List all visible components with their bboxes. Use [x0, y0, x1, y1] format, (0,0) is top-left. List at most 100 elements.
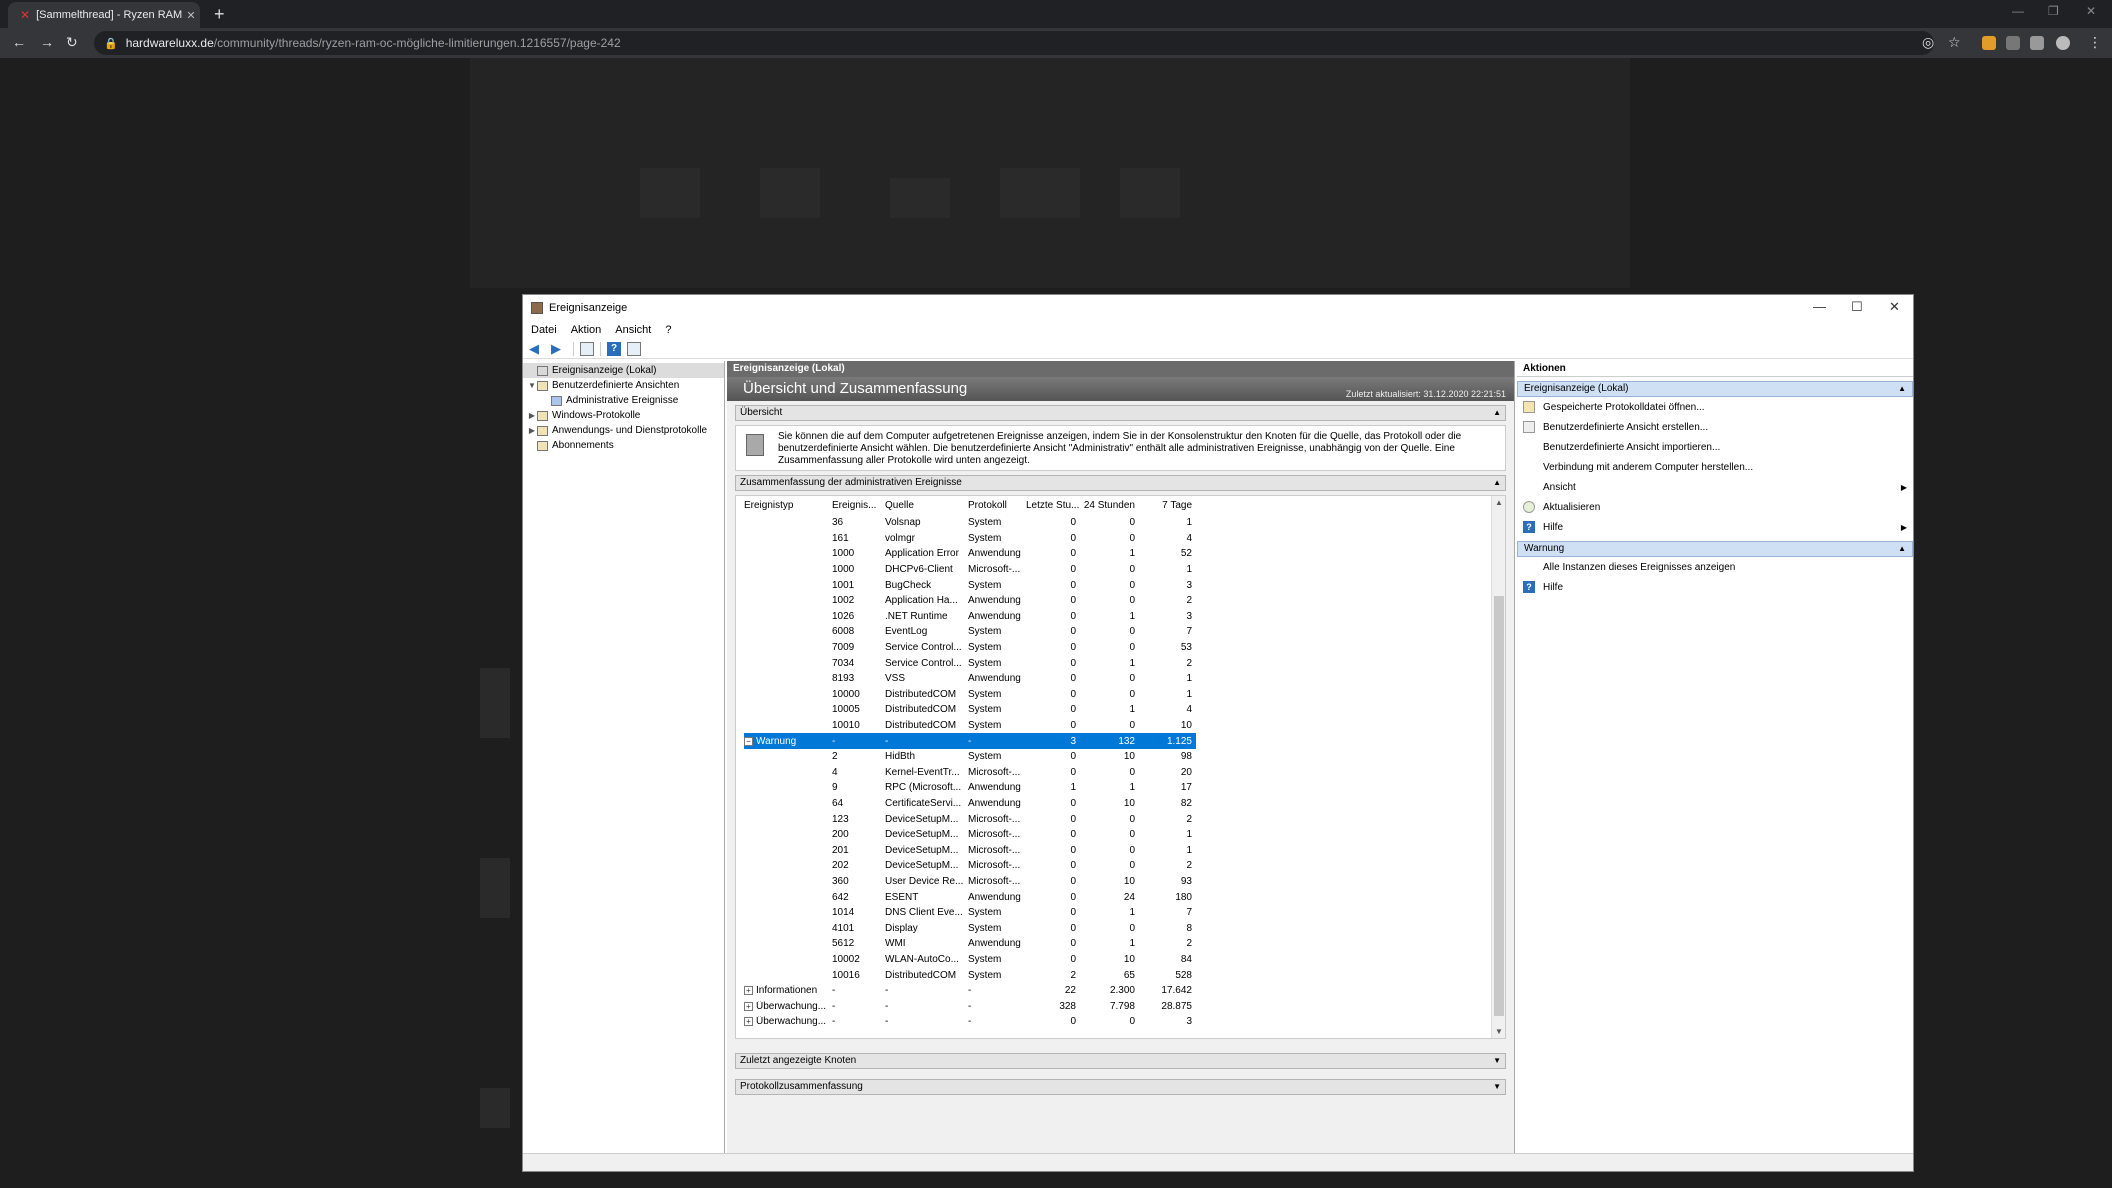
table-row[interactable]: 360 User Device Re... Microsoft-... 0 10 93 [744, 874, 1196, 890]
extension-icon[interactable] [2006, 36, 2020, 50]
avatar[interactable] [2056, 36, 2070, 50]
table-row[interactable]: 1026 .NET Runtime Anwendung 0 1 3 [744, 609, 1196, 625]
expand-box-icon[interactable]: + [744, 1001, 753, 1011]
table-row[interactable]: 5612 WMI Anwendung 0 1 2 [744, 936, 1196, 952]
table-row[interactable]: 10000 DistributedCOM System 0 0 1 [744, 687, 1196, 703]
properties-icon[interactable] [627, 341, 641, 356]
actions-group-warning[interactable]: Warnung ▲ [1517, 541, 1913, 557]
expand-icon[interactable]: ▼ [1493, 1080, 1501, 1094]
action-item[interactable]: Benutzerdefinierte Ansicht importieren..… [1517, 437, 1913, 457]
action-item[interactable]: Ansicht ▶ [1517, 477, 1913, 497]
table-row[interactable]: 6008 EventLog System 0 0 7 [744, 624, 1196, 640]
overview-section-header[interactable]: Übersicht ▲ [735, 405, 1506, 421]
table-row[interactable]: 642 ESENT Anwendung 0 24 180 [744, 889, 1196, 905]
table-row[interactable]: 10005 DistributedCOM System 0 1 4 [744, 702, 1196, 718]
cast-icon[interactable]: ◎ [1922, 34, 1934, 51]
action-item[interactable]: Benutzerdefinierte Ansicht erstellen... [1517, 417, 1913, 437]
expand-chevron-icon[interactable]: ▶ [527, 426, 537, 435]
tree-node[interactable]: ▶ Anwendungs- und Dienstprotokolle [523, 423, 724, 438]
expand-box-icon[interactable]: + [744, 986, 753, 996]
table-row[interactable]: 201 DeviceSetupM... Microsoft-... 0 0 1 [744, 842, 1196, 858]
menu-icon[interactable]: ⋮ [2088, 34, 2102, 51]
action-item[interactable]: Verbindung mit anderem Computer herstell… [1517, 457, 1913, 477]
table-row[interactable]: 10016 DistributedCOM System 2 65 528 [744, 967, 1196, 983]
table-row[interactable]: 64 CertificateServi... Anwendung 0 10 82 [744, 796, 1196, 812]
recent-nodes-header[interactable]: Zuletzt angezeigte Knoten ▼ [735, 1053, 1506, 1069]
menu-ansicht[interactable]: Ansicht [615, 324, 651, 336]
column-header[interactable]: Ereignis... [832, 500, 885, 515]
back-arrow-icon[interactable]: ◀ [529, 341, 545, 356]
table-row[interactable]: 10010 DistributedCOM System 0 0 10 [744, 718, 1196, 734]
action-item[interactable]: Alle Instanzen dieses Ereignisses anzeig… [1517, 557, 1913, 577]
new-tab-icon[interactable]: + [214, 4, 225, 25]
table-row[interactable]: 123 DeviceSetupM... Microsoft-... 0 0 2 [744, 811, 1196, 827]
tree-node[interactable]: Abonnements [523, 438, 724, 453]
window-minimize-icon[interactable]: — [1813, 299, 1826, 314]
table-row[interactable]: 4 Kernel-EventTr... Microsoft-... 0 0 20 [744, 765, 1196, 781]
table-row[interactable]: + Überwachung... - - -0 0 3 [744, 1014, 1196, 1030]
column-header[interactable]: Protokoll [968, 500, 1026, 515]
table-row[interactable]: 1002 Application Ha... Anwendung 0 0 2 [744, 593, 1196, 609]
action-item[interactable]: ? Hilfe [1517, 577, 1913, 597]
tree-node[interactable]: ▼ Benutzerdefinierte Ansichten [523, 378, 724, 393]
table-row[interactable]: 1001 BugCheck System 0 0 3 [744, 577, 1196, 593]
table-row[interactable]: 7034 Service Control... System 0 1 2 [744, 655, 1196, 671]
scroll-thumb[interactable] [1494, 596, 1504, 1016]
action-item[interactable]: Aktualisieren [1517, 497, 1913, 517]
tree-node[interactable]: ▶ Windows-Protokolle [523, 408, 724, 423]
table-row[interactable]: 161 volmgr System 0 0 4 [744, 531, 1196, 547]
action-item[interactable]: ? Hilfe ▶ [1517, 517, 1913, 537]
expand-chevron-icon[interactable]: ▶ [527, 411, 537, 420]
column-header[interactable]: Quelle [885, 500, 968, 515]
reload-icon[interactable]: ↻ [66, 34, 78, 51]
address-bar[interactable]: 🔒 hardwareluxx.de /community/threads/ryz… [94, 31, 1934, 55]
bookmark-star-icon[interactable]: ☆ [1948, 34, 1961, 51]
forward-arrow-icon[interactable]: ▶ [551, 341, 567, 356]
table-row[interactable]: 8193 VSS Anwendung 0 0 1 [744, 671, 1196, 687]
tree-node[interactable]: Administrative Ereignisse [523, 393, 724, 408]
console-tree-icon[interactable] [580, 341, 594, 356]
actions-group-local[interactable]: Ereignisanzeige (Lokal) ▲ [1517, 381, 1913, 397]
extension-icon[interactable] [1982, 36, 1996, 50]
browser-tab[interactable]: ✕ [Sammelthread] - Ryzen RAM OC ✕ [8, 2, 200, 28]
column-header[interactable]: 24 Stunden [1082, 500, 1141, 515]
column-header[interactable]: Ereignistyp [744, 500, 832, 515]
scroll-down-icon[interactable]: ▼ [1492, 1027, 1505, 1036]
minimize-icon[interactable]: — [2012, 4, 2024, 18]
summary-section-header[interactable]: Zusammenfassung der administrativen Erei… [735, 475, 1506, 491]
expand-icon[interactable]: ▼ [1493, 1054, 1501, 1068]
table-row[interactable]: 9 RPC (Microsoft... Anwendung 1 1 17 [744, 780, 1196, 796]
window-close-icon[interactable]: ✕ [1889, 299, 1900, 315]
expand-chevron-icon[interactable]: ▼ [527, 381, 537, 390]
table-row[interactable]: + Informationen - - -22 2.300 17.642 [744, 983, 1196, 999]
table-row[interactable]: + Überwachung... - - -328 7.798 28.875 [744, 998, 1196, 1014]
expand-box-icon[interactable]: + [744, 1017, 753, 1027]
column-header[interactable]: Letzte Stu... [1026, 500, 1082, 515]
menu-help[interactable]: ? [665, 324, 671, 336]
close-icon[interactable]: ✕ [2086, 4, 2096, 18]
help-icon[interactable]: ? [607, 341, 621, 356]
puzzle-icon[interactable] [2030, 36, 2044, 50]
table-row[interactable]: 4101 Display System 0 0 8 [744, 920, 1196, 936]
restore-icon[interactable]: ❐ [2048, 4, 2059, 18]
forward-icon[interactable]: → [40, 34, 54, 50]
protocol-summary-header[interactable]: Protokollzusammenfassung ▼ [735, 1079, 1506, 1095]
table-row[interactable]: 1014 DNS Client Eve... System 0 1 7 [744, 905, 1196, 921]
collapse-icon[interactable]: ▲ [1898, 382, 1906, 396]
scroll-up-icon[interactable]: ▲ [1492, 498, 1505, 507]
table-row[interactable]: 200 DeviceSetupM... Microsoft-... 0 0 1 [744, 827, 1196, 843]
collapse-icon[interactable]: ▲ [1898, 542, 1906, 556]
table-row[interactable]: 202 DeviceSetupM... Microsoft-... 0 0 2 [744, 858, 1196, 874]
table-row[interactable]: 1000 Application Error Anwendung 0 1 52 [744, 546, 1196, 562]
tab-close-icon[interactable]: ✕ [182, 9, 200, 22]
table-row[interactable]: 2 HidBth System 0 10 98 [744, 749, 1196, 765]
table-row[interactable]: 1000 DHCPv6-Client Microsoft-... 0 0 1 [744, 562, 1196, 578]
collapse-box-icon[interactable]: − [744, 736, 753, 746]
window-maximize-icon[interactable]: ☐ [1851, 299, 1863, 315]
table-row[interactable]: − Warnung - - -3 132 1.125 [744, 733, 1196, 749]
action-item[interactable]: Gespeicherte Protokolldatei öffnen... [1517, 397, 1913, 417]
menu-aktion[interactable]: Aktion [571, 324, 602, 336]
table-row[interactable]: 36 Volsnap System 0 0 1 [744, 515, 1196, 531]
collapse-icon[interactable]: ▲ [1493, 406, 1501, 420]
column-header[interactable]: 7 Tage [1141, 500, 1196, 515]
